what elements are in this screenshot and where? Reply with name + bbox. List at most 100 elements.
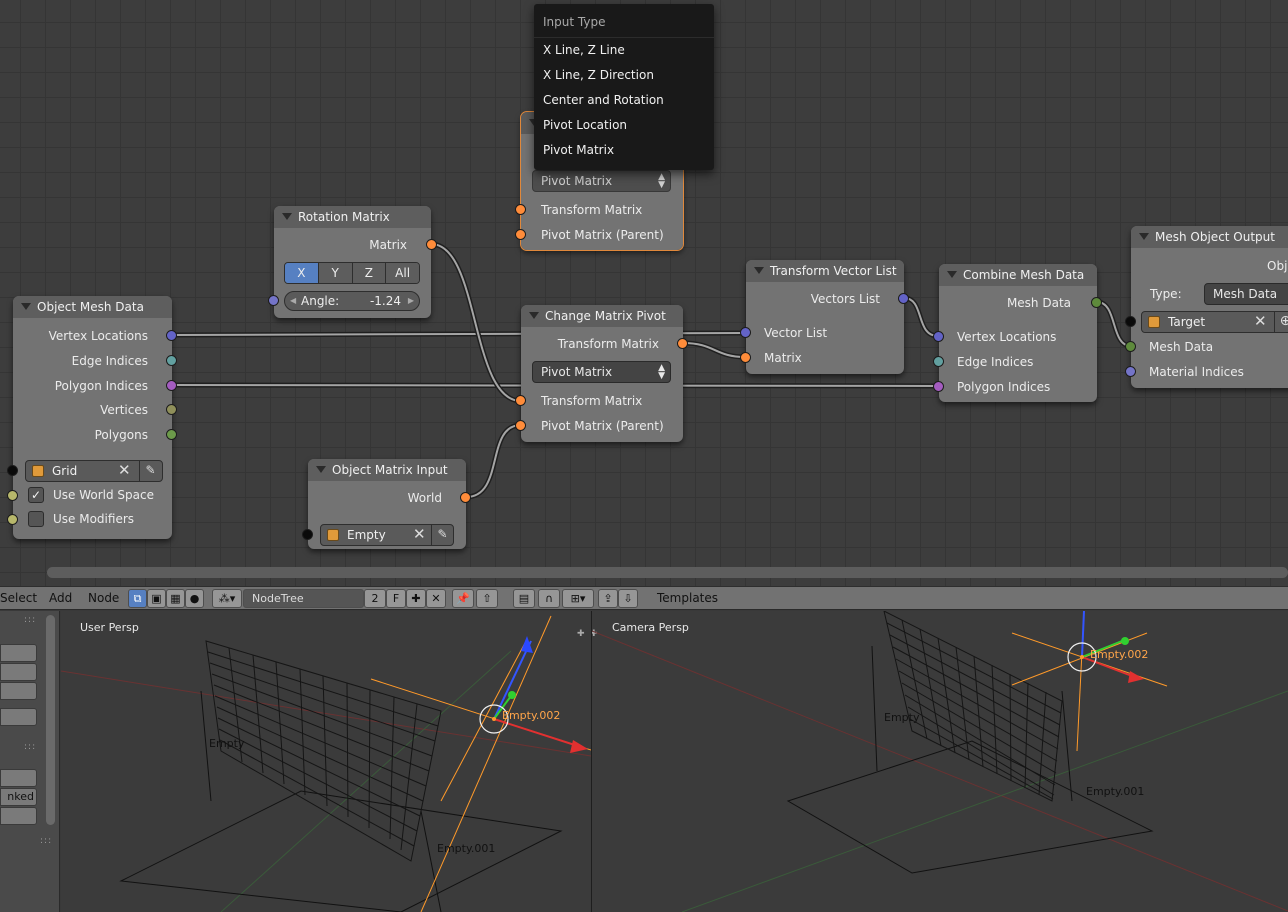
- socket-matrix-output[interactable]: [426, 239, 437, 250]
- socket-transform-matrix-input[interactable]: [515, 204, 526, 215]
- socket-use-world-space[interactable]: [7, 490, 18, 501]
- panel-grip-icon[interactable]: :::: [24, 615, 36, 625]
- panel-grip-icon[interactable]: :::: [40, 836, 52, 846]
- node-header[interactable]: Change Matrix Pivot: [521, 305, 683, 327]
- panel-grip-icon[interactable]: :::: [24, 742, 36, 752]
- object-field-grid[interactable]: Grid ✕ ✎: [25, 460, 163, 482]
- socket-object-input[interactable]: [1125, 316, 1136, 327]
- axis-z-button[interactable]: Z: [352, 263, 387, 283]
- tool-button-3[interactable]: [0, 682, 37, 700]
- node-change-matrix-pivot[interactable]: Change Matrix Pivot Transform Matrix Piv…: [515, 305, 688, 442]
- tool-button-5[interactable]: [0, 769, 37, 787]
- parent-tree-icon[interactable]: ⇧: [476, 589, 498, 608]
- snap-magnet-icon[interactable]: ∩: [538, 589, 560, 608]
- node-transform-vector-list[interactable]: Transform Vector List Vectors List Vecto…: [740, 260, 909, 374]
- mode-dropdown[interactable]: Pivot Matrix ▲ ▼: [532, 170, 671, 192]
- collapse-triangle-icon[interactable]: [1139, 233, 1149, 240]
- axis-x-button[interactable]: X: [285, 263, 319, 283]
- menu-item-pivot-location[interactable]: Pivot Location: [534, 113, 714, 138]
- node-object-mesh-data[interactable]: Object Mesh Data Vertex Locations Edge I…: [7, 296, 177, 539]
- horizontal-scrollbar[interactable]: [47, 567, 1288, 578]
- fake-user-button[interactable]: F: [386, 589, 406, 608]
- tool-button-linked[interactable]: nked: [0, 788, 37, 806]
- node-header[interactable]: Mesh Object Output: [1131, 226, 1288, 248]
- node-header[interactable]: Rotation Matrix: [274, 206, 431, 228]
- axis-selector[interactable]: X Y Z All: [284, 262, 420, 284]
- shader-tree-icon[interactable]: ▣: [147, 589, 166, 608]
- add-plus-icon[interactable]: ⊕: [1274, 311, 1288, 333]
- socket-object-input[interactable]: [7, 465, 18, 476]
- backdrop-icon[interactable]: ▤: [513, 589, 535, 608]
- menu-item-center-and-rotation[interactable]: Center and Rotation: [534, 88, 714, 113]
- menu-item-x-line-z-direction[interactable]: X Line, Z Direction: [534, 63, 714, 88]
- clear-x-icon[interactable]: ✕: [118, 460, 131, 480]
- input-type-popup-menu[interactable]: Input Type X Line, Z Line X Line, Z Dire…: [534, 4, 714, 170]
- type-dropdown[interactable]: Mesh Data: [1204, 283, 1288, 305]
- menu-select[interactable]: Select: [0, 587, 37, 609]
- node-header[interactable]: Combine Mesh Data: [939, 264, 1097, 286]
- socket-use-modifiers[interactable]: [7, 514, 18, 525]
- collapse-triangle-icon[interactable]: [282, 213, 292, 220]
- socket-vectors-list-output[interactable]: [898, 293, 909, 304]
- socket-mesh-data-input[interactable]: [1125, 341, 1136, 352]
- copy-material-icon[interactable]: ⇪: [598, 589, 618, 608]
- mode-dropdown[interactable]: Pivot Matrix ▲ ▼: [532, 361, 671, 383]
- node-header[interactable]: Transform Vector List: [746, 260, 904, 282]
- area-split-icon[interactable]: ✚: [577, 629, 586, 639]
- users-count-button[interactable]: 2: [364, 589, 386, 608]
- socket-transform-matrix-output[interactable]: [677, 338, 688, 349]
- node-tree-type-icon[interactable]: ⧉: [128, 589, 147, 608]
- tool-button-6[interactable]: [0, 807, 37, 825]
- socket-angle-input[interactable]: [268, 295, 279, 306]
- menu-add[interactable]: Add: [49, 587, 72, 609]
- socket-pivot-matrix-input[interactable]: [515, 420, 526, 431]
- axis-all-button[interactable]: All: [386, 263, 419, 283]
- socket-matrix-input[interactable]: [740, 352, 751, 363]
- nodetree-name-field[interactable]: NodeTree: [243, 589, 364, 608]
- viewport-user-persp[interactable]: User Persp Empty Empty.002 Empty.001 ✚: [61, 611, 591, 912]
- node-combine-mesh-data[interactable]: Combine Mesh Data Mesh Data Vertex Locat…: [933, 264, 1102, 402]
- collapse-triangle-icon[interactable]: [21, 303, 31, 310]
- node-header[interactable]: Object Mesh Data: [13, 296, 172, 318]
- clear-x-icon[interactable]: ✕: [1254, 311, 1267, 331]
- eyedropper-icon[interactable]: ✎: [431, 524, 453, 546]
- node-object-matrix-input[interactable]: Object Matrix Input World Empty ✕ ✎: [302, 459, 471, 549]
- node-header[interactable]: Object Matrix Input: [308, 459, 466, 481]
- tool-shelf[interactable]: ::: ::: nked :::: [0, 611, 60, 912]
- node-editor[interactable]: Object Mesh Data Vertex Locations Edge I…: [0, 0, 1288, 586]
- socket-edge-indices[interactable]: [166, 355, 177, 366]
- collapse-triangle-icon[interactable]: [316, 466, 326, 473]
- node-rotation-matrix[interactable]: Rotation Matrix Matrix X Y Z All ◀ Angle…: [268, 206, 437, 318]
- viewport-camera-persp[interactable]: Camera Persp ✚ Empty Empty.002 Empty.001: [592, 611, 1288, 912]
- socket-vector-list-input[interactable]: [740, 327, 751, 338]
- browse-nodetree-icon[interactable]: ⁂▾: [212, 589, 242, 608]
- tool-button-1[interactable]: [0, 644, 37, 662]
- node-mesh-object-output[interactable]: Mesh Object Output Obj Type: Mesh Data T…: [1125, 226, 1288, 388]
- object-field-target[interactable]: Target ✕ ⊕: [1141, 311, 1288, 333]
- socket-edge-indices-input[interactable]: [933, 356, 944, 367]
- unlink-nodetree-icon[interactable]: ✕: [426, 589, 446, 608]
- collapse-triangle-icon[interactable]: [947, 271, 957, 278]
- socket-polygon-indices[interactable]: [166, 380, 177, 391]
- socket-world-output[interactable]: [460, 492, 471, 503]
- templates-menu[interactable]: Templates: [657, 587, 718, 609]
- paste-material-icon[interactable]: ⇩: [618, 589, 638, 608]
- socket-polygon-indices-input[interactable]: [933, 381, 944, 392]
- clear-x-icon[interactable]: ✕: [413, 524, 426, 544]
- socket-vertex-locations-input[interactable]: [933, 331, 944, 342]
- pin-icon[interactable]: 📌: [452, 589, 474, 608]
- socket-vertex-locations[interactable]: [166, 330, 177, 341]
- tool-button-4[interactable]: [0, 708, 37, 726]
- menu-item-pivot-matrix[interactable]: Pivot Matrix: [534, 138, 714, 163]
- socket-material-indices-input[interactable]: [1125, 366, 1136, 377]
- new-nodetree-icon[interactable]: ✚: [406, 589, 426, 608]
- tool-shelf-scrollbar[interactable]: [46, 615, 55, 825]
- socket-polygons[interactable]: [166, 429, 177, 440]
- compositor-tree-icon[interactable]: ●: [185, 589, 204, 608]
- socket-mesh-data-output[interactable]: [1091, 297, 1102, 308]
- menu-node[interactable]: Node: [88, 587, 119, 609]
- axis-y-button[interactable]: Y: [318, 263, 353, 283]
- use-modifiers-checkbox[interactable]: [28, 511, 44, 527]
- decrement-arrow-icon[interactable]: ◀: [290, 292, 296, 310]
- use-world-space-checkbox[interactable]: ✓: [28, 487, 44, 503]
